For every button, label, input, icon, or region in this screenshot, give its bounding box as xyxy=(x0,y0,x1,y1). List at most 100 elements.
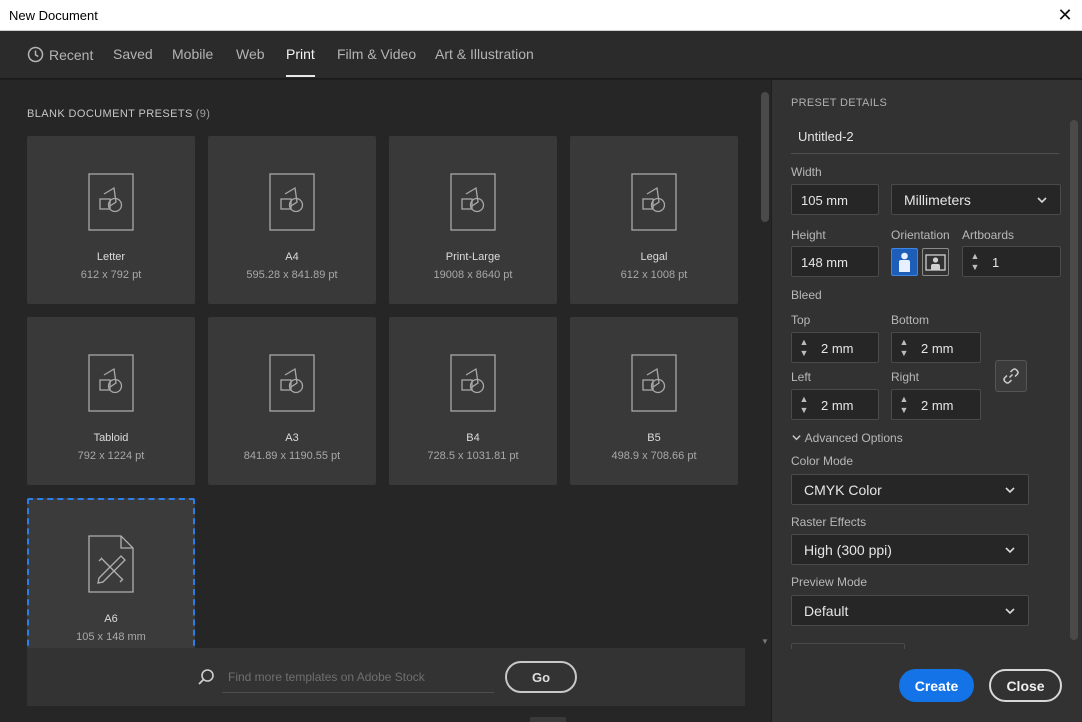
bleed-right-label: Right xyxy=(891,370,920,384)
units-value: Millimeters xyxy=(904,192,971,208)
landscape-icon xyxy=(925,254,946,271)
height-input[interactable]: 148 mm xyxy=(791,246,879,277)
preset-card-b4[interactable]: B4 728.5 x 1031.81 pt xyxy=(389,317,557,485)
title-bar: New Document ✕ xyxy=(0,0,1082,31)
advanced-options-label: Advanced Options xyxy=(804,431,903,445)
link-icon xyxy=(1003,368,1019,384)
stock-search-bar: Go xyxy=(27,648,745,706)
raster-effects-select[interactable]: High (300 ppi) xyxy=(791,534,1029,565)
stepper-arrows-icon[interactable]: ▲ ▼ xyxy=(969,251,981,273)
bleed-left-stepper[interactable]: ▲ ▼ 2 mm xyxy=(791,389,879,420)
preset-card-a6[interactable]: A6 105 x 148 mm xyxy=(27,498,195,666)
orientation-label: Orientation xyxy=(891,228,950,242)
stepper-arrows-icon[interactable]: ▲ ▼ xyxy=(898,394,910,416)
artboards-stepper[interactable]: ▲ ▼ 1 xyxy=(962,246,1061,277)
document-icon xyxy=(269,173,315,231)
preset-name: Letter xyxy=(96,251,126,263)
preset-name: Print-Large xyxy=(445,251,501,263)
document-name-input[interactable] xyxy=(791,120,1059,154)
preset-name: Legal xyxy=(640,251,668,263)
bleed-top-stepper[interactable]: ▲ ▼ 2 mm xyxy=(791,332,879,363)
orientation-landscape-button[interactable] xyxy=(922,248,949,276)
preset-name: A6 xyxy=(104,613,118,625)
preset-size: 612 x 1008 pt xyxy=(620,269,688,281)
tab-film-video[interactable]: Film & Video xyxy=(337,46,416,62)
chevron-down-icon xyxy=(792,435,801,441)
preset-card-a4[interactable]: A4 595.28 x 841.89 pt xyxy=(208,136,376,304)
document-icon xyxy=(269,354,315,412)
stepper-arrows-icon[interactable]: ▲ ▼ xyxy=(798,337,810,359)
preset-size: 498.9 x 708.66 pt xyxy=(611,450,697,462)
scrollbar-thumb[interactable] xyxy=(761,92,769,222)
close-button[interactable]: Close xyxy=(989,669,1062,702)
preset-name: A4 xyxy=(285,251,299,263)
tab-label: Web xyxy=(236,46,265,62)
chevron-down-icon xyxy=(1037,197,1047,204)
bleed-right-stepper[interactable]: ▲ ▼ 2 mm xyxy=(891,389,981,420)
presets-count: (9) xyxy=(195,108,211,120)
scrollbar-thumb[interactable] xyxy=(1070,120,1078,640)
preset-size: 612 x 792 pt xyxy=(80,269,142,281)
window-title: New Document xyxy=(9,8,98,23)
color-mode-value: CMYK Color xyxy=(804,482,882,498)
window-close-icon[interactable]: ✕ xyxy=(1048,0,1082,31)
document-icon xyxy=(88,173,134,231)
tab-label: Print xyxy=(286,46,315,62)
search-icon xyxy=(198,669,214,685)
preset-card-letter[interactable]: Letter 612 x 792 pt xyxy=(27,136,195,304)
tab-saved[interactable]: Saved xyxy=(113,46,153,62)
preset-name: B4 xyxy=(466,432,480,444)
preset-name: Tabloid xyxy=(93,432,129,444)
tab-print[interactable]: Print xyxy=(286,46,315,77)
chevron-down-icon xyxy=(1005,547,1015,554)
tab-label: Art & Illustration xyxy=(435,46,534,62)
presets-scrollbar[interactable]: ▼ xyxy=(759,92,771,652)
tab-recent[interactable]: Recent xyxy=(27,46,93,63)
bleed-left-value: 2 mm xyxy=(821,398,854,413)
bleed-left-label: Left xyxy=(791,370,812,384)
go-button[interactable]: Go xyxy=(505,661,577,693)
portrait-icon xyxy=(899,252,910,272)
advanced-options-toggle[interactable]: Advanced Options xyxy=(791,431,903,445)
stepper-arrows-icon[interactable]: ▲ ▼ xyxy=(898,337,910,359)
artboards-value: 1 xyxy=(992,255,1000,270)
preset-card-legal[interactable]: Legal 612 x 1008 pt xyxy=(570,136,738,304)
clipped-control xyxy=(791,643,905,649)
color-mode-select[interactable]: CMYK Color xyxy=(791,474,1029,505)
orientation-portrait-button[interactable] xyxy=(891,248,918,276)
height-label: Height xyxy=(791,228,826,242)
preset-card-print-large[interactable]: Print-Large 19008 x 8640 pt xyxy=(389,136,557,304)
document-icon xyxy=(450,173,496,231)
preset-card-tabloid[interactable]: Tabloid 792 x 1224 pt xyxy=(27,317,195,485)
chevron-down-icon xyxy=(1005,487,1015,494)
tab-web[interactable]: Web xyxy=(236,46,265,62)
bleed-right-value: 2 mm xyxy=(921,398,954,413)
create-button[interactable]: Create xyxy=(899,669,974,702)
presets-heading-text: BLANK DOCUMENT PRESETS xyxy=(27,108,193,120)
preset-card-b5[interactable]: B5 498.9 x 708.66 pt xyxy=(570,317,738,485)
link-bleed-button[interactable] xyxy=(995,360,1027,392)
tab-art-illustration[interactable]: Art & Illustration xyxy=(435,46,534,62)
document-icon xyxy=(450,354,496,412)
preset-card-a3[interactable]: A3 841.89 x 1190.55 pt xyxy=(208,317,376,485)
raster-effects-value: High (300 ppi) xyxy=(804,542,892,558)
details-scrollbar[interactable] xyxy=(1069,120,1079,660)
stock-search-input[interactable] xyxy=(222,661,494,693)
clock-icon xyxy=(27,46,44,63)
document-icon xyxy=(631,354,677,412)
bleed-bottom-stepper[interactable]: ▲ ▼ 2 mm xyxy=(891,332,981,363)
tab-label: Mobile xyxy=(172,46,214,62)
preset-name: B5 xyxy=(647,432,661,444)
bleed-top-label: Top xyxy=(791,313,811,327)
units-select[interactable]: Millimeters xyxy=(891,184,1061,215)
bleed-label: Bleed xyxy=(791,288,822,302)
bleed-top-value: 2 mm xyxy=(821,341,854,356)
preview-mode-select[interactable]: Default xyxy=(791,595,1029,626)
tab-mobile[interactable]: Mobile xyxy=(172,46,213,62)
scroll-down-icon[interactable]: ▼ xyxy=(759,637,771,646)
preset-details-heading: PRESET DETAILS xyxy=(791,97,888,109)
stepper-arrows-icon[interactable]: ▲ ▼ xyxy=(798,394,810,416)
width-input[interactable]: 105 mm xyxy=(791,184,879,215)
presets-area: BLANK DOCUMENT PRESETS (9) Letter 612 x 7… xyxy=(0,80,771,722)
document-icon xyxy=(88,354,134,412)
